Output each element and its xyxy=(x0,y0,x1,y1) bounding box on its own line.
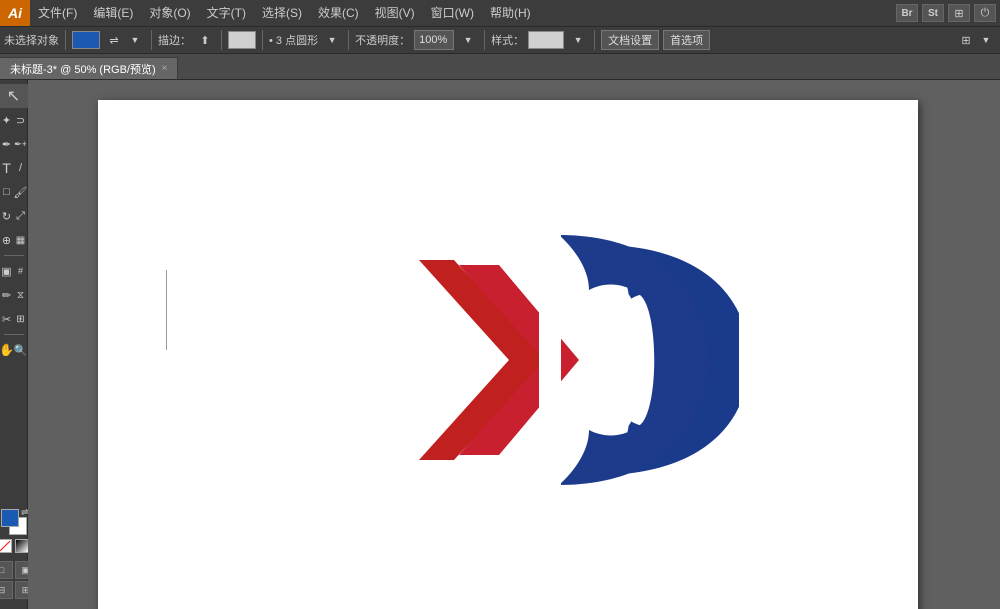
toolbar-sep-7 xyxy=(594,30,595,50)
arrange-dropdown[interactable]: ▼ xyxy=(976,30,996,50)
menu-help[interactable]: 帮助(H) xyxy=(482,0,539,26)
ai-logo-icon: Ai xyxy=(0,0,30,26)
normal-mode-icon[interactable]: □ xyxy=(0,561,13,579)
tool-row-scissors: ✂ ⊞ xyxy=(0,307,28,331)
tool-row-rotate: ↻ ⤢ xyxy=(0,204,28,228)
point-dropdown[interactable]: ▼ xyxy=(322,30,342,50)
tab-title: 未标题-3* @ 50% (RGB/预览) xyxy=(10,61,156,77)
doc-setup-btn[interactable]: 文档设置 xyxy=(601,30,659,50)
stroke-label: 描边： xyxy=(158,32,191,48)
style-swatch[interactable] xyxy=(528,31,564,49)
canvas-area[interactable] xyxy=(28,80,1000,609)
lasso-tool[interactable]: ⊃ xyxy=(14,108,28,132)
brush-tool[interactable]: 🖌 xyxy=(14,180,28,204)
tool-row-symbol: ⊕ ▦ xyxy=(0,228,28,252)
opacity-label: 不透明度： xyxy=(355,32,410,48)
selection-label: 未选择对象 xyxy=(4,32,59,48)
style-label: 样式： xyxy=(491,32,524,48)
add-anchor-tool[interactable]: ✒+ xyxy=(14,132,28,156)
bridge-btn[interactable]: Br xyxy=(896,4,918,22)
eyedropper-tool[interactable]: ✏ xyxy=(0,283,14,307)
carrefour-logo-v2 xyxy=(324,210,724,510)
arrange-icon[interactable]: ⊞ xyxy=(956,30,976,50)
select-tool[interactable]: ↖ xyxy=(0,84,28,108)
menu-view[interactable]: 视图(V) xyxy=(367,0,423,26)
zoom-tool[interactable]: 🔍 xyxy=(14,338,28,362)
document-tab[interactable]: 未标题-3* @ 50% (RGB/预览) × xyxy=(0,57,178,79)
dropdown-btn[interactable]: ▼ xyxy=(125,30,145,50)
rotate-tool[interactable]: ↻ xyxy=(0,204,14,228)
type-tool[interactable]: T xyxy=(0,156,14,180)
menu-file[interactable]: 文件(F) xyxy=(30,0,85,26)
tool-row-wand: ✦ ⊃ xyxy=(0,108,28,132)
toolbox-sep-1 xyxy=(4,255,24,256)
toolbar-sep-2 xyxy=(151,30,152,50)
menu-edit[interactable]: 编辑(E) xyxy=(85,0,141,26)
toolbar-sep-6 xyxy=(484,30,485,50)
tool-row-gradient: ▣ # xyxy=(0,259,28,283)
fill-color-box[interactable] xyxy=(72,31,100,49)
blend-tool[interactable]: ⧖ xyxy=(14,283,28,307)
symbol-tool[interactable]: ⊕ xyxy=(0,228,14,252)
scissors-tool[interactable]: ✂ xyxy=(0,307,14,331)
menu-object[interactable]: 对象(O) xyxy=(141,0,198,26)
tool-row-rect: □ 🖌 xyxy=(0,180,28,204)
rectangle-tool[interactable]: □ xyxy=(0,180,14,204)
chart-tool[interactable]: ▦ xyxy=(14,228,28,252)
control-toolbar: 未选择对象 ⇌ ▼ 描边： ⬆ • 3 点圆形 ▼ 不透明度： ▼ 样式： ▼ … xyxy=(0,26,1000,54)
stroke-up-btn[interactable]: ⬆ xyxy=(195,30,215,50)
scale-tool[interactable]: ⤢ xyxy=(14,204,28,228)
point-label: • 3 点圆形 xyxy=(269,32,318,48)
stock-btn[interactable]: St xyxy=(922,4,944,22)
none-color-box[interactable] xyxy=(0,539,12,553)
magic-wand-tool[interactable]: ✦ xyxy=(0,108,14,132)
workspace-btn[interactable]: ⊞ xyxy=(948,4,970,22)
arrows-icon[interactable]: ⇌ xyxy=(104,30,124,50)
tool-row-hand: ✋ 🔍 xyxy=(0,338,28,362)
toolbar-sep-3 xyxy=(221,30,222,50)
toolbox-sep-2 xyxy=(4,334,24,335)
menu-bar: Ai 文件(F) 编辑(E) 对象(O) 文字(T) 选择(S) 效果(C) 视… xyxy=(0,0,1000,26)
line-tool[interactable]: / xyxy=(14,156,28,180)
foreground-background-colors: ⇌ xyxy=(1,509,27,535)
none-gradient-row xyxy=(0,539,29,553)
foreground-color-box[interactable] xyxy=(1,509,19,527)
menu-select[interactable]: 选择(S) xyxy=(254,0,310,26)
mesh-tool[interactable]: # xyxy=(14,259,28,283)
hand-tool[interactable]: ✋ xyxy=(0,338,14,362)
main-area: ↖ ✦ ⊃ ✒ ✒+ T / □ 🖌 ↻ ⤢ ⊕ ▦ ▣ # xyxy=(0,80,1000,609)
toolbar-sep-4 xyxy=(262,30,263,50)
full-screen-icon[interactable]: ⊟ xyxy=(0,581,13,599)
toolbar-sep-5 xyxy=(348,30,349,50)
menu-right-icons: Br St ⊞ ⏻ xyxy=(896,4,1000,22)
opacity-dropdown[interactable]: ▼ xyxy=(458,30,478,50)
menu-text[interactable]: 文字(T) xyxy=(199,0,254,26)
toolbox: ↖ ✦ ⊃ ✒ ✒+ T / □ 🖌 ↻ ⤢ ⊕ ▦ ▣ # xyxy=(0,80,28,609)
menu-window[interactable]: 窗口(W) xyxy=(423,0,482,26)
tool-row-eyedropper: ✏ ⧖ xyxy=(0,283,28,307)
artboard xyxy=(98,100,918,609)
tool-row-type: T / xyxy=(0,156,28,180)
style-dropdown[interactable]: ▼ xyxy=(568,30,588,50)
gradient-tool[interactable]: ▣ xyxy=(0,259,14,283)
power-btn[interactable]: ⏻ xyxy=(974,4,996,22)
tab-close-btn[interactable]: × xyxy=(162,63,168,74)
pen-tool[interactable]: ✒ xyxy=(0,132,14,156)
tool-row-select: ↖ xyxy=(0,84,28,108)
tool-row-pen: ✒ ✒+ xyxy=(0,132,28,156)
stroke-swatch[interactable] xyxy=(228,31,256,49)
prefs-btn[interactable]: 首选项 xyxy=(663,30,710,50)
tab-bar: 未标题-3* @ 50% (RGB/预览) × xyxy=(0,54,1000,80)
toolbar-sep-1 xyxy=(65,30,66,50)
gradient-box[interactable] xyxy=(15,539,29,553)
opacity-input[interactable] xyxy=(414,30,454,50)
path-stroke xyxy=(166,270,167,350)
menu-effect[interactable]: 效果(C) xyxy=(310,0,367,26)
artboard-tool[interactable]: ⊞ xyxy=(14,307,28,331)
